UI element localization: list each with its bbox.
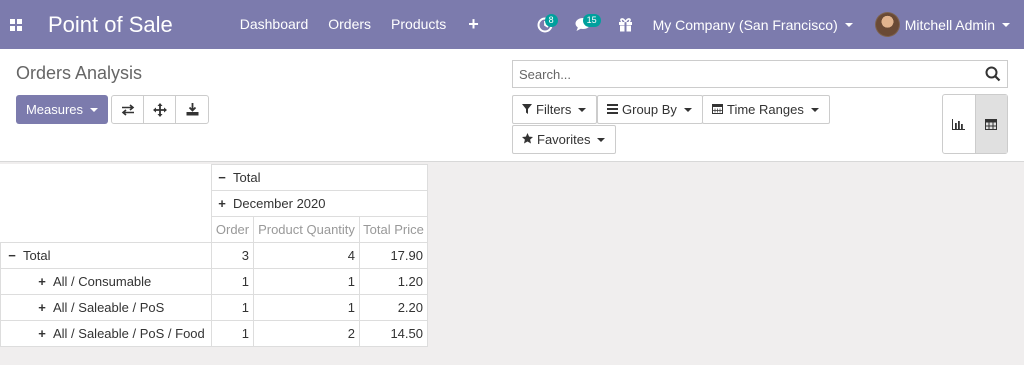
cell-total-price[interactable]: 14.50 [359, 320, 428, 347]
more-menu-plus-icon[interactable]: + [456, 0, 491, 49]
user-avatar [874, 12, 900, 37]
favorites-label: Favorites [537, 132, 591, 147]
col-header-total-label: Total [233, 170, 261, 185]
expand-plus-icon: + [38, 300, 46, 315]
control-panel: Orders Analysis Measures Filters Group B [0, 49, 1024, 162]
messages-chat-icon[interactable]: 15 [563, 0, 608, 49]
expand-all-icon[interactable] [144, 96, 176, 123]
list-bars-icon [607, 103, 618, 117]
measure-header-product-quantity[interactable]: Product Quantity [253, 216, 360, 243]
measure-header-order[interactable]: Order [211, 216, 254, 243]
expand-plus-icon: + [38, 326, 46, 341]
messages-badge: 15 [582, 14, 601, 27]
apps-menu-icon[interactable] [0, 0, 32, 49]
expand-plus-icon: + [38, 274, 46, 289]
funnel-icon [522, 103, 532, 117]
chevron-down-icon [810, 107, 819, 112]
main-menu: Dashboard Orders Products + [230, 0, 491, 49]
view-switcher [942, 94, 1008, 154]
measures-button[interactable]: Measures [16, 95, 108, 124]
cell-total-price[interactable]: 2.20 [359, 294, 428, 321]
calendar-icon [712, 103, 723, 117]
menu-products[interactable]: Products [381, 0, 456, 49]
chevron-down-icon [597, 137, 606, 142]
cell-total-price[interactable]: 1.20 [359, 268, 428, 295]
cell-product-quantity[interactable]: 4 [253, 242, 360, 269]
row-header-total[interactable]: − Total [0, 242, 212, 269]
group-by-label: Group By [622, 102, 677, 117]
favorites-button[interactable]: Favorites [512, 125, 617, 154]
cell-product-quantity[interactable]: 1 [253, 268, 360, 295]
gift-icon[interactable] [608, 0, 643, 49]
chevron-down-icon [844, 22, 853, 27]
company-name: My Company (San Francisco) [652, 16, 838, 33]
chevron-down-icon [578, 107, 587, 112]
systray: 8 15 My Company (San Francisco) Mitchell… [527, 0, 1024, 49]
table-row: + All / Consumable 1 1 1.20 [0, 268, 428, 295]
row-header-saleable-pos[interactable]: + All / Saleable / PoS [0, 294, 212, 321]
row-header-label: All / Saleable / PoS / Food [53, 326, 205, 341]
download-icon[interactable] [176, 96, 208, 123]
collapse-minus-icon: − [218, 170, 226, 185]
chevron-down-icon [683, 107, 692, 112]
breadcrumb: Orders Analysis [16, 63, 143, 83]
cell-order[interactable]: 1 [211, 268, 254, 295]
measure-header-total-price[interactable]: Total Price [359, 216, 428, 243]
pivot-table: − Total + December 2020 Order Product Quan… [0, 164, 428, 347]
time-ranges-button[interactable]: Time Ranges [702, 95, 830, 124]
cell-order[interactable]: 1 [211, 320, 254, 347]
row-header-consumable[interactable]: + All / Consumable [0, 268, 212, 295]
search-input[interactable] [513, 61, 973, 87]
row-header-label: All / Consumable [53, 274, 152, 289]
pivot-table-container: − Total + December 2020 Order Product Quan… [0, 164, 428, 347]
menu-orders[interactable]: Orders [318, 0, 381, 49]
row-header-label: Total [23, 248, 51, 263]
star-icon [522, 132, 533, 147]
user-menu[interactable]: Mitchell Admin [863, 0, 1024, 49]
filters-button[interactable]: Filters [512, 95, 598, 124]
collapse-minus-icon: − [8, 248, 16, 263]
pivot-view-table-icon[interactable] [974, 95, 1007, 153]
time-ranges-label: Time Ranges [727, 102, 804, 117]
menu-dashboard[interactable]: Dashboard [230, 0, 319, 49]
search-icon[interactable] [985, 66, 1001, 82]
cell-total-price[interactable]: 17.90 [359, 242, 428, 269]
top-navbar: Point of Sale Dashboard Orders Products … [0, 0, 1024, 49]
chevron-down-icon [90, 107, 99, 112]
col-header-total[interactable]: − Total [211, 164, 428, 191]
table-row: + All / Saleable / PoS / Food 1 2 14.50 [0, 320, 428, 347]
cell-order[interactable]: 1 [211, 294, 254, 321]
col-header-month-label: December 2020 [233, 196, 326, 211]
group-by-button[interactable]: Group By [597, 95, 703, 124]
pivot-corner [0, 164, 212, 243]
cell-product-quantity[interactable]: 1 [253, 294, 360, 321]
chevron-down-icon [1002, 22, 1010, 27]
app-title[interactable]: Point of Sale [48, 12, 173, 38]
measures-label: Measures [25, 102, 84, 117]
pivot-actions [111, 95, 209, 124]
activity-badge: 8 [544, 14, 558, 27]
filters-label: Filters [536, 102, 572, 117]
cell-product-quantity[interactable]: 2 [253, 320, 360, 347]
search-bar [512, 60, 1008, 88]
table-row: − Total 3 4 17.90 [0, 242, 428, 269]
table-row: + All / Saleable / PoS 1 1 2.20 [0, 294, 428, 321]
activity-clock-icon[interactable]: 8 [527, 0, 563, 49]
user-name: Mitchell Admin [904, 16, 995, 33]
row-header-saleable-pos-food[interactable]: + All / Saleable / PoS / Food [0, 320, 212, 347]
company-switcher[interactable]: My Company (San Francisco) [643, 0, 863, 49]
graph-view-bar-chart-icon[interactable] [943, 95, 975, 153]
cell-order[interactable]: 3 [211, 242, 254, 269]
col-header-december-2020[interactable]: + December 2020 [211, 190, 428, 217]
row-header-label: All / Saleable / PoS [53, 300, 165, 315]
flip-axis-icon[interactable] [112, 96, 144, 123]
expand-plus-icon: + [218, 196, 226, 211]
